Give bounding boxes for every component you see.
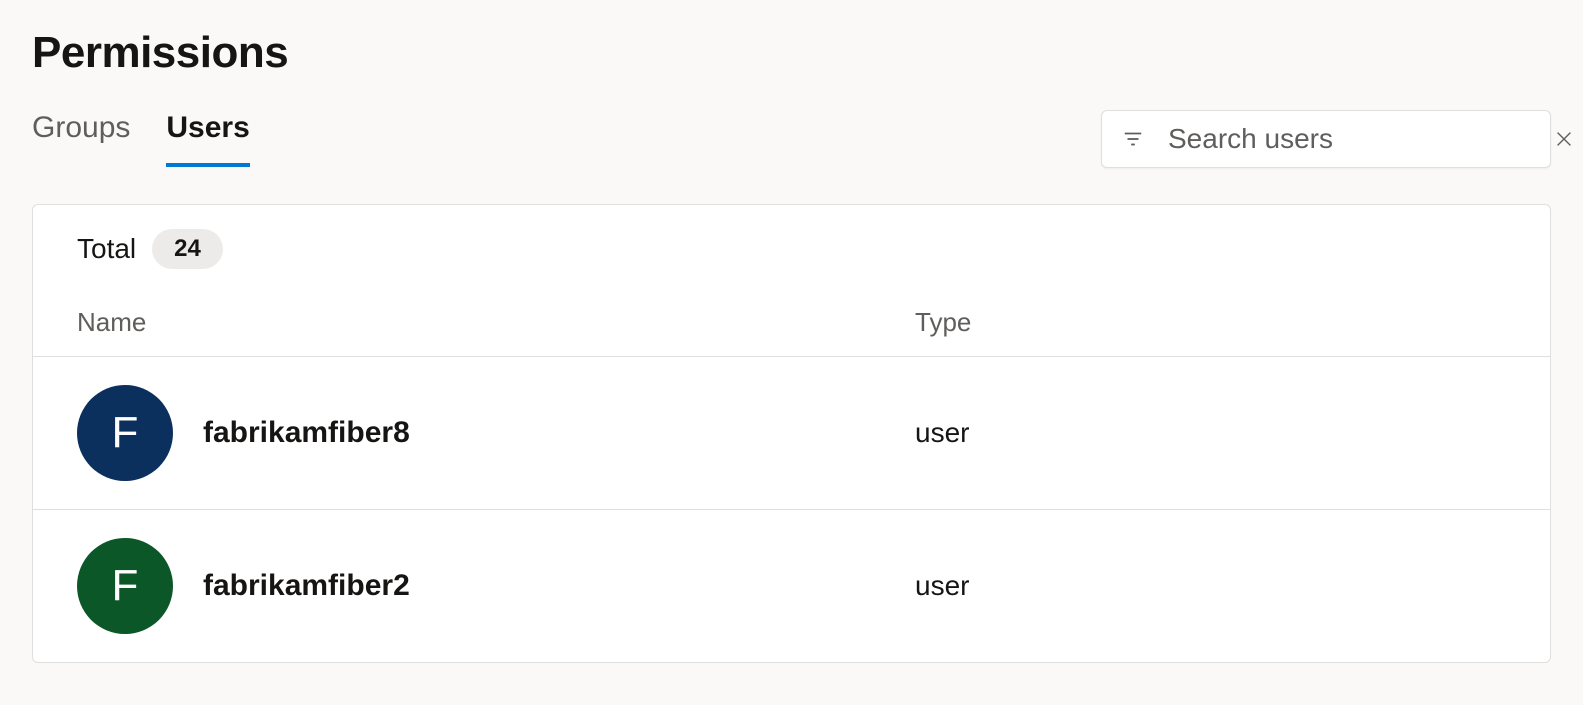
user-name: fabrikamfiber8 bbox=[203, 416, 410, 450]
search-box[interactable] bbox=[1101, 110, 1551, 168]
tab-groups[interactable]: Groups bbox=[32, 111, 130, 167]
column-headers: Name Type bbox=[33, 293, 1550, 357]
user-type: user bbox=[915, 570, 969, 602]
column-header-name[interactable]: Name bbox=[77, 307, 915, 338]
user-name-cell: Ffabrikamfiber8 bbox=[77, 385, 915, 481]
user-type: user bbox=[915, 417, 969, 449]
avatar: F bbox=[77, 538, 173, 634]
page-title: Permissions bbox=[32, 28, 1551, 78]
tab-users[interactable]: Users bbox=[166, 111, 249, 167]
users-card: Total 24 Name Type Ffabrikamfiber8userFf… bbox=[32, 204, 1551, 663]
filter-icon bbox=[1122, 128, 1144, 150]
user-name: fabrikamfiber2 bbox=[203, 569, 410, 603]
user-rows: Ffabrikamfiber8userFfabrikamfiber2user bbox=[33, 357, 1550, 662]
total-label: Total bbox=[77, 233, 136, 265]
header-row: Groups Users bbox=[32, 110, 1551, 168]
column-header-type[interactable]: Type bbox=[915, 307, 1506, 338]
avatar: F bbox=[77, 385, 173, 481]
total-row: Total 24 bbox=[33, 205, 1550, 293]
user-row[interactable]: Ffabrikamfiber2user bbox=[33, 510, 1550, 662]
tabs: Groups Users bbox=[32, 111, 250, 167]
search-input[interactable] bbox=[1168, 123, 1529, 155]
user-name-cell: Ffabrikamfiber2 bbox=[77, 538, 915, 634]
user-row[interactable]: Ffabrikamfiber8user bbox=[33, 357, 1550, 510]
total-count-badge: 24 bbox=[152, 229, 223, 269]
close-icon[interactable] bbox=[1553, 128, 1575, 150]
